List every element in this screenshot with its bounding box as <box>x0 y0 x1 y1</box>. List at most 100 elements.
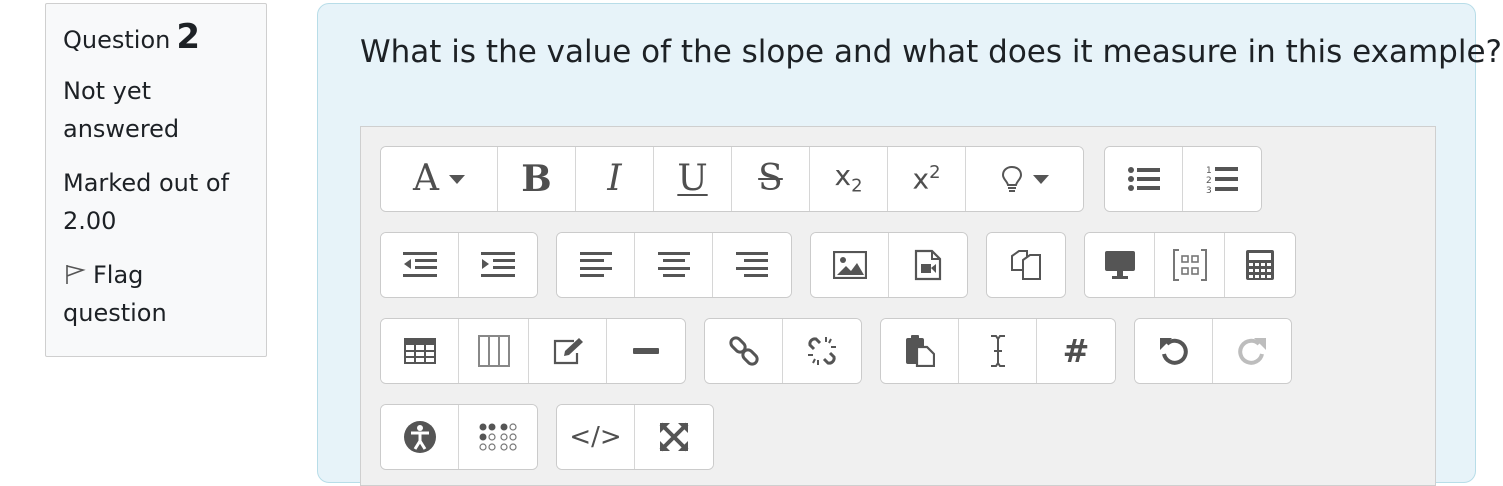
subscript-button[interactable]: x2 <box>810 147 888 211</box>
align-right-icon <box>736 252 768 278</box>
question-info-box: Question 2 Not yet answered Marked out o… <box>45 3 267 357</box>
svg-text:3: 3 <box>1206 186 1212 194</box>
question-number: 2 <box>176 17 201 57</box>
fullscreen-button[interactable] <box>635 405 713 469</box>
html-code-icon: </> <box>569 422 622 452</box>
indent-button[interactable] <box>459 233 537 297</box>
insert-table-button[interactable] <box>381 319 459 383</box>
columns-button[interactable] <box>459 319 529 383</box>
text-cursor-button[interactable] <box>959 319 1037 383</box>
calculator-icon <box>1245 249 1275 281</box>
special-character-button[interactable]: # <box>1037 319 1115 383</box>
toolbar-group-files <box>986 232 1066 298</box>
outdent-button[interactable] <box>381 233 459 297</box>
paste-button[interactable] <box>881 319 959 383</box>
edit-button[interactable] <box>529 319 607 383</box>
question-panel: What is the value of the slope and what … <box>317 3 1502 486</box>
hash-icon: # <box>1062 332 1090 370</box>
question-status: Not yet answered <box>63 77 180 143</box>
text-cursor-icon <box>988 334 1008 368</box>
subscript-sub: 2 <box>851 175 863 197</box>
undo-icon <box>1159 336 1189 366</box>
link-icon <box>728 335 760 367</box>
fullscreen-icon <box>659 422 689 452</box>
toolbar-group-lists: 123 <box>1104 146 1262 212</box>
horizontal-rule-icon <box>633 347 659 355</box>
calculator-button[interactable] <box>1225 233 1295 297</box>
braille-icon <box>478 423 518 451</box>
manage-files-button[interactable] <box>987 233 1065 297</box>
superscript-button[interactable]: x2 <box>888 147 966 211</box>
bullet-list-button[interactable] <box>1105 147 1183 211</box>
manage-files-icon <box>1010 250 1042 280</box>
strikethrough-button[interactable]: S <box>732 147 810 211</box>
underline-icon: U <box>677 158 708 199</box>
lightbulb-icon <box>1001 165 1023 193</box>
toolbar-group-view: </> <box>556 404 714 470</box>
superscript-sup: 2 <box>929 162 941 184</box>
italic-button[interactable]: I <box>576 147 654 211</box>
toolbar-group-links <box>704 318 862 384</box>
align-right-button[interactable] <box>713 233 791 297</box>
image-icon <box>832 251 867 279</box>
styles-menu-button[interactable] <box>966 147 1083 211</box>
align-center-icon <box>657 252 690 278</box>
table-icon <box>403 338 436 364</box>
flag-icon <box>63 262 87 286</box>
accessibility-checker-button[interactable] <box>381 405 459 469</box>
align-left-button[interactable] <box>557 233 635 297</box>
toolbar-group-media <box>810 232 968 298</box>
columns-icon <box>477 335 510 367</box>
subscript-icon: x2 <box>834 162 862 196</box>
align-center-button[interactable] <box>635 233 713 297</box>
toolbar-group-table <box>380 318 686 384</box>
question-number-line: Question 2 <box>63 18 254 68</box>
question-text: What is the value of the slope and what … <box>360 34 1502 70</box>
font-style-icon: A <box>413 158 439 199</box>
chevron-down-icon <box>1032 174 1049 184</box>
unlink-icon <box>806 335 838 367</box>
bold-icon: B <box>521 158 552 200</box>
undo-button[interactable] <box>1135 319 1213 383</box>
superscript-base: x <box>912 162 930 196</box>
unlink-button[interactable] <box>783 319 861 383</box>
redo-button[interactable] <box>1213 319 1291 383</box>
bullet-list-icon <box>1127 166 1160 192</box>
accessibility-icon <box>403 420 437 454</box>
align-left-icon <box>579 252 612 278</box>
paste-icon <box>905 335 935 367</box>
redo-icon <box>1237 336 1267 366</box>
strikethrough-icon: S <box>758 158 783 199</box>
question-grade: Marked out of 2.00 <box>63 169 230 235</box>
toolbar-group-text-tools: # <box>880 318 1116 384</box>
insert-media-button[interactable] <box>889 233 967 297</box>
media-icon <box>914 249 942 281</box>
toolbar-group-accessibility <box>380 404 538 470</box>
svg-text:1: 1 <box>1206 166 1212 176</box>
superscript-icon: x2 <box>912 164 940 193</box>
screen-recorder-button[interactable] <box>1085 233 1155 297</box>
toolbar-group-tools <box>1084 232 1296 298</box>
toolbar-group-align <box>556 232 792 298</box>
html-source-button[interactable]: </> <box>557 405 635 469</box>
numbered-list-button[interactable]: 123 <box>1183 147 1261 211</box>
link-button[interactable] <box>705 319 783 383</box>
equation-editor-button[interactable] <box>1155 233 1225 297</box>
indent-icon <box>481 252 515 278</box>
toolbar-group-history <box>1134 318 1292 384</box>
text-editor: A B I U S x2 x2 1 2 3 # </> <box>360 126 1436 486</box>
svg-text:2: 2 <box>1206 176 1212 186</box>
font-style-button[interactable]: A <box>381 147 498 211</box>
toolbar-group-style: A B I U S x2 x2 <box>380 146 1084 212</box>
insert-image-button[interactable] <box>811 233 889 297</box>
flag-question-link[interactable]: Flag question <box>63 256 254 332</box>
screen-recorder-icon <box>1104 250 1136 280</box>
outdent-icon <box>402 252 437 278</box>
toolbar-group-indent <box>380 232 538 298</box>
screen-reader-helper-button[interactable] <box>459 405 537 469</box>
italic-icon: I <box>607 158 622 199</box>
horizontal-rule-button[interactable] <box>607 319 685 383</box>
bold-button[interactable]: B <box>498 147 576 211</box>
underline-button[interactable]: U <box>654 147 732 211</box>
numbered-list-icon: 123 <box>1206 164 1238 194</box>
